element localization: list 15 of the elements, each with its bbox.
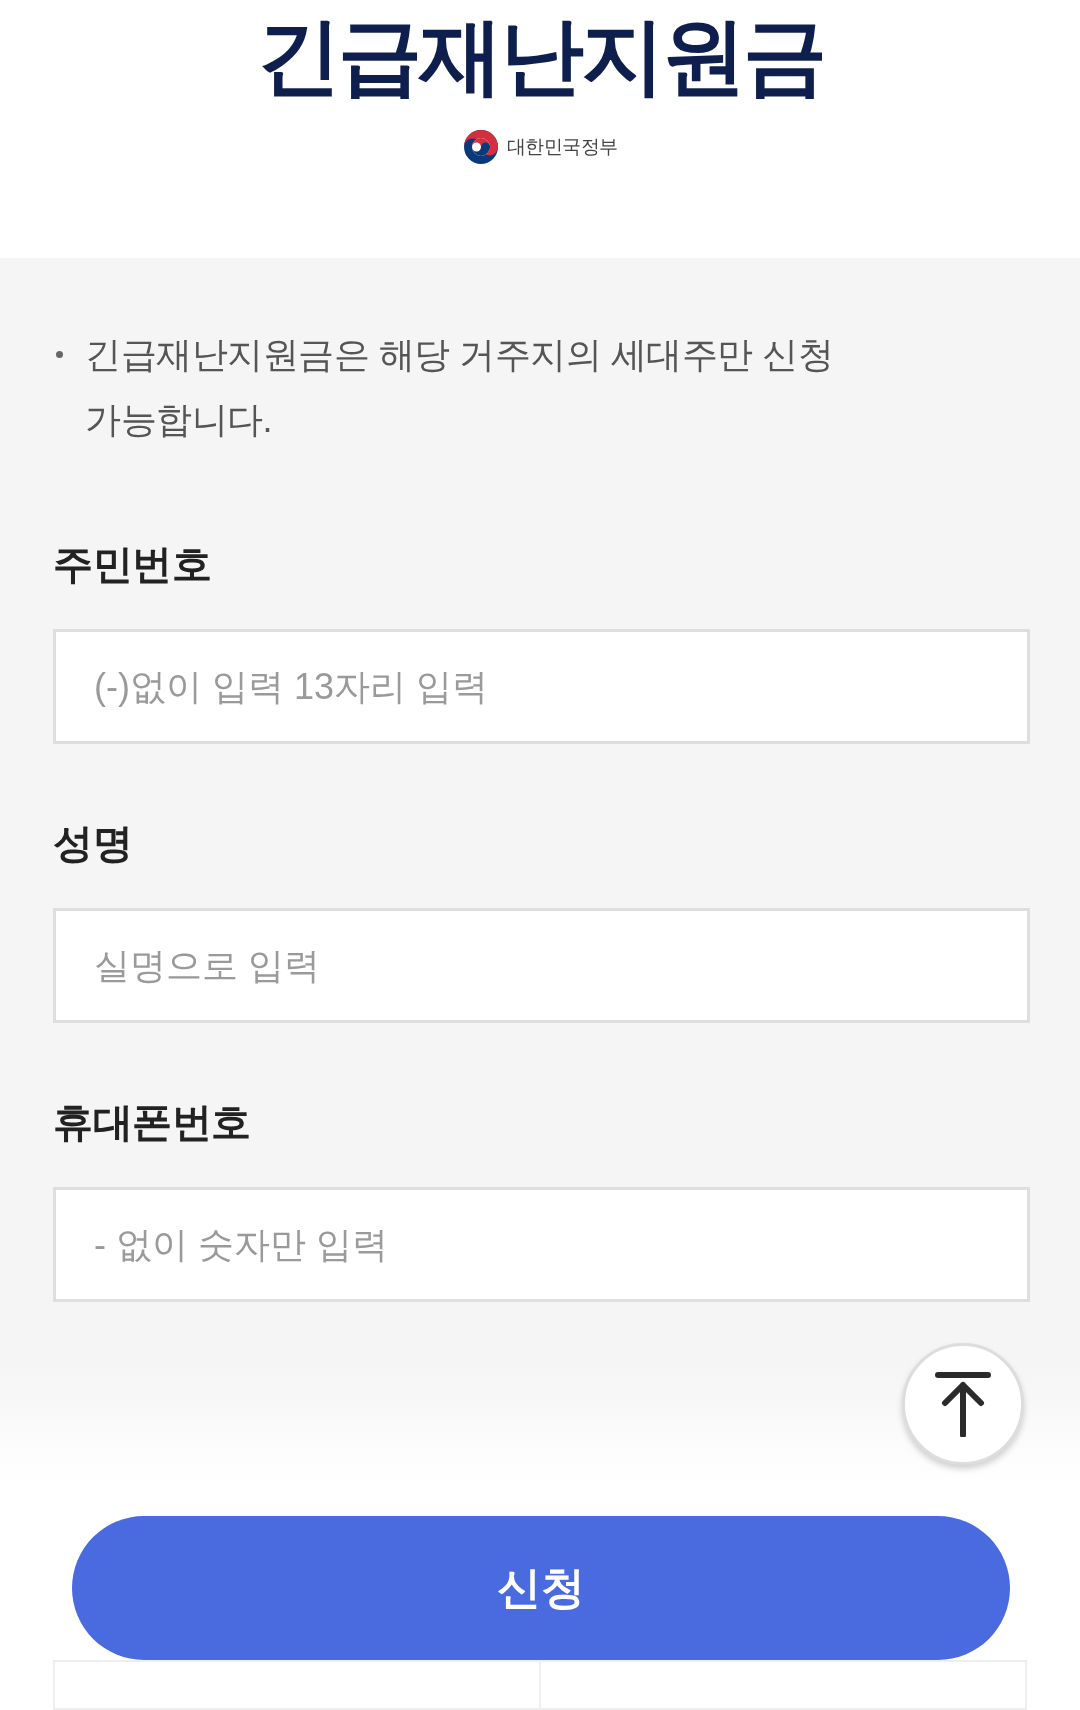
apply-button[interactable]: 신청 xyxy=(72,1516,1010,1660)
text-input-field[interactable]: 실명으로 입력 xyxy=(53,908,1030,1023)
arrow-up-to-top-icon xyxy=(935,1371,991,1437)
field-label: 주민번호 xyxy=(53,541,211,588)
text-input-field[interactable]: (-)없이 입력 13자리 입력 xyxy=(53,629,1030,744)
option-cell[interactable] xyxy=(53,1660,541,1710)
government-name: 대한민국정부 xyxy=(506,134,618,159)
field-label: 휴대폰번호 xyxy=(53,1099,251,1146)
field-label: 성명 xyxy=(53,820,132,867)
notice-text: 긴급재난지원금은 해당 거주지의 세대주만 신청 가능합니다. xyxy=(85,333,834,442)
option-cell[interactable] xyxy=(541,1660,1027,1710)
bullet-icon xyxy=(56,351,63,358)
page-title: 긴급재난지원금 xyxy=(256,14,824,98)
government-emblem-icon xyxy=(462,129,499,165)
text-input-field[interactable]: - 없이 숫자만 입력 xyxy=(53,1187,1030,1302)
